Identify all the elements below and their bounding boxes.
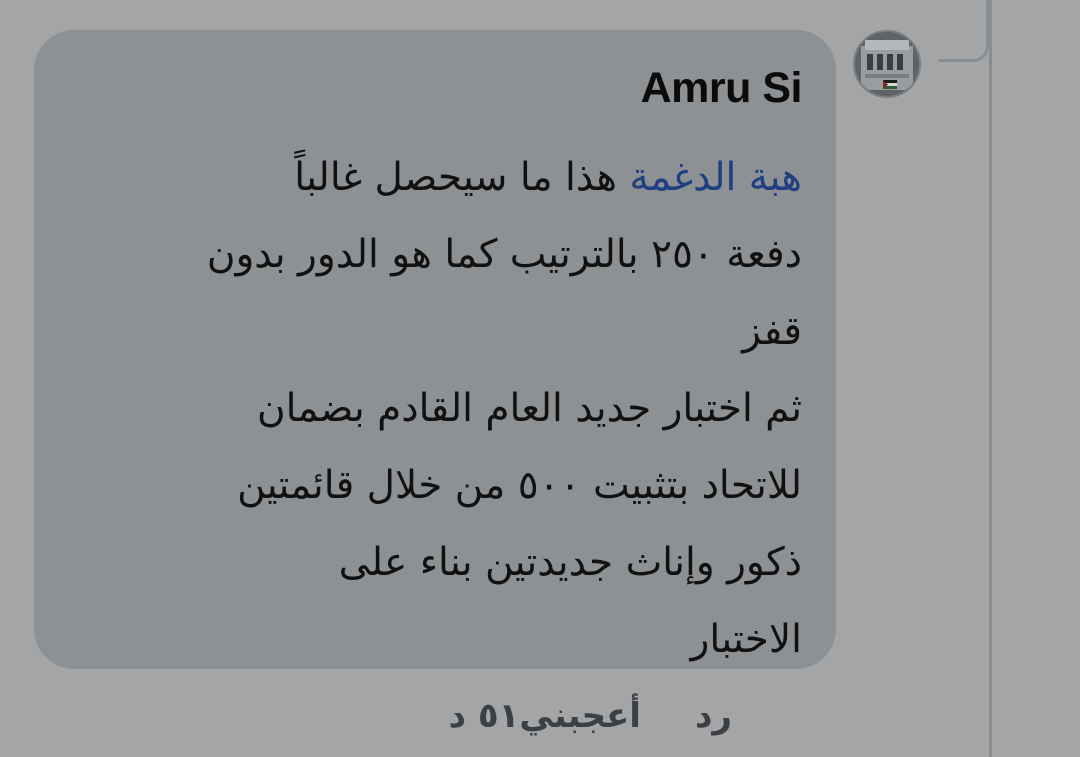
comment-line: الاختبار [690, 617, 802, 662]
comment-thread: Amru Si هبة الدغمة هذا ما سيحصل غالباً د… [0, 0, 1080, 757]
comment-actions: ٥١ د أعجبني رد [449, 690, 804, 742]
comment-line: ثم اختبار جديد العام القادم بضمان [256, 386, 802, 431]
comment-bubble: Amru Si هبة الدغمة هذا ما سيحصل غالباً د… [34, 30, 836, 669]
thread-connector [938, 0, 989, 62]
thread-line [989, 0, 992, 757]
comment-line: ذكور وإناث جديدتين بناء على [338, 540, 802, 585]
comment-line: قفز [742, 309, 802, 354]
comment-line: للاتحاد بتثبيت ٥٠٠ من خلال قائمتين [237, 463, 802, 508]
like-button[interactable]: أعجبني [519, 696, 641, 736]
profile-photo-building-with-flag-icon [855, 32, 919, 96]
comment-line-1: هبة الدغمة هذا ما سيحصل غالباً [82, 139, 802, 216]
comment-body: هبة الدغمة هذا ما سيحصل غالباً دفعة ٢٥٠ … [82, 139, 802, 678]
comment-author-name[interactable]: Amru Si [641, 60, 803, 116]
comment-line: دفعة ٢٥٠ بالترتيب كما هو الدور بدون [206, 232, 802, 277]
avatar[interactable] [853, 30, 921, 98]
comment-line-1-text: هذا ما سيحصل غالباً [294, 155, 630, 200]
reply-button[interactable]: رد [695, 696, 732, 736]
comment-timestamp[interactable]: ٥١ د [449, 696, 520, 736]
mention-link[interactable]: هبة الدغمة [629, 155, 802, 200]
